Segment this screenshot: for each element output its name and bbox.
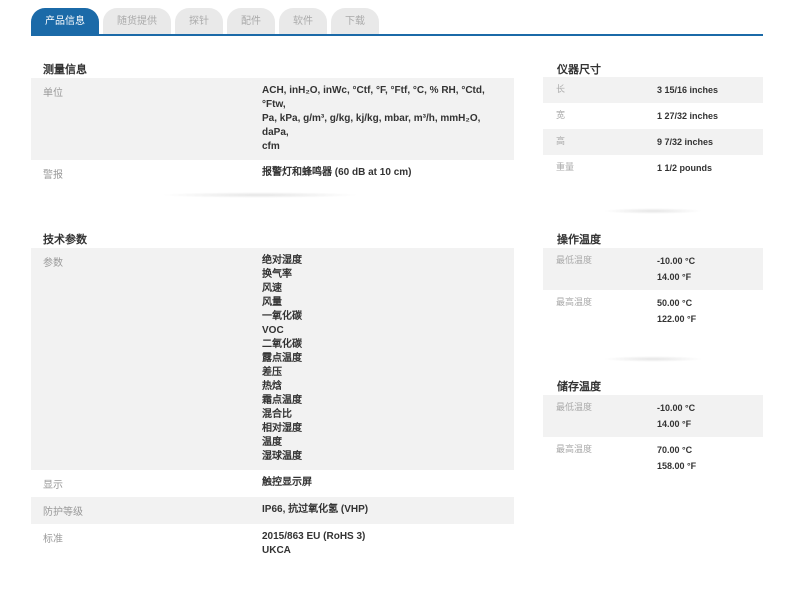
value-line: 霜点温度 xyxy=(262,395,302,406)
value-line: -10.00 °C xyxy=(657,403,696,413)
value-line: 158.00 °F xyxy=(657,461,697,471)
row-label: 长 xyxy=(556,84,566,94)
tab-5[interactable]: 下载 xyxy=(331,8,379,36)
row-label: 最高温度 xyxy=(556,444,593,454)
tab-1[interactable]: 随货提供 xyxy=(103,8,171,36)
row-value: 9 7/32 inches xyxy=(643,129,763,155)
row-label: 高 xyxy=(556,136,566,146)
value-line: 1 27/32 inches xyxy=(657,111,719,121)
operating-temp-section-title: 操作温度 xyxy=(557,234,601,246)
row-value: 50.00 °C 122.00 °F xyxy=(643,290,763,332)
row-value: 2015/863 EU (RoHS 3) UKCA xyxy=(249,524,514,564)
tab-underline xyxy=(31,34,763,36)
row-value: ACH, inH₂O, inWc, °Ctf, °F, °Ftf, °C, % … xyxy=(249,78,514,160)
row-value: 报警灯和蜂鸣器 (60 dB at 10 cm) xyxy=(249,160,514,187)
technical-section-title: 技术参数 xyxy=(43,234,87,246)
value-line: 风速 xyxy=(262,283,282,294)
value-line: 热焓 xyxy=(262,381,282,392)
value-line: 50.00 °C xyxy=(657,298,693,308)
value-line: cfm xyxy=(262,141,280,152)
row-label: 最高温度 xyxy=(556,297,593,307)
value-line: IP66, 抗过氧化氢 (VHP) xyxy=(262,504,369,515)
value-line: UKCA xyxy=(262,545,291,556)
table-row: 标准 2015/863 EU (RoHS 3) UKCA xyxy=(31,524,514,564)
row-label: 最低温度 xyxy=(556,255,593,265)
value-line: Pa, kPa, g/m³, g/kg, kj/kg, mbar, m³/h, … xyxy=(262,113,481,138)
row-label: 宽 xyxy=(556,110,566,120)
value-line: 70.00 °C xyxy=(657,445,693,455)
value-line: 122.00 °F xyxy=(657,314,697,324)
value-line: -10.00 °C xyxy=(657,256,696,266)
row-label: 单位 xyxy=(43,88,63,99)
value-line: 温度 xyxy=(262,437,282,448)
row-label: 标准 xyxy=(43,534,63,545)
value-line: 一氧化碳 xyxy=(262,311,302,322)
value-line: 绝对湿度 xyxy=(262,255,302,266)
table-row: 重量 1 1/2 pounds xyxy=(543,155,763,181)
value-line: 9 7/32 inches xyxy=(657,137,714,147)
technical-table: 参数 绝对湿度换气率风速风量一氧化碳 VOC 二氧化碳露点温度差压热焓霜点温度混合比相… xyxy=(31,248,514,564)
table-row: 长 3 15/16 inches xyxy=(543,77,763,103)
operating-divider-shadow xyxy=(603,356,703,362)
dimensions-section-title: 仪器尺寸 xyxy=(557,64,601,76)
value-line: 1 1/2 pounds xyxy=(657,163,713,173)
section-divider-shadow xyxy=(160,192,360,198)
value-line: 2015/863 EU (RoHS 3) xyxy=(262,531,366,542)
row-value: 绝对湿度换气率风速风量一氧化碳 VOC 二氧化碳露点温度差压热焓霜点温度混合比相对湿… xyxy=(249,248,514,470)
value-line: 14.00 °F xyxy=(657,272,692,282)
row-value: -10.00 °C 14.00 °F xyxy=(643,395,763,437)
value-line: 触控显示屏 xyxy=(262,477,312,488)
table-row: 最高温度 50.00 °C 122.00 °F xyxy=(543,290,763,332)
dimensions-table: 长 3 15/16 inches 宽 1 27/32 inches 高 9 7/32 in… xyxy=(543,77,763,181)
value-line: 湿球温度 xyxy=(262,451,302,462)
value-line: 差压 xyxy=(262,367,282,378)
value-line: 报警灯和蜂鸣器 (60 dB at 10 cm) xyxy=(262,167,412,178)
table-row: 最高温度 70.00 °C 158.00 °F xyxy=(543,437,763,479)
table-row: 显示 触控显示屏 xyxy=(31,470,514,497)
row-value: 70.00 °C 158.00 °F xyxy=(643,437,763,479)
operating-temp-table: 最低温度 -10.00 °C 14.00 °F 最高温度 50.00 °C 122.00 … xyxy=(543,248,763,332)
tab-2[interactable]: 探针 xyxy=(175,8,223,36)
row-value: 1 1/2 pounds xyxy=(643,155,763,181)
measurement-section-title: 测量信息 xyxy=(43,64,87,76)
row-label: 警报 xyxy=(43,170,63,181)
table-row: 警报 报警灯和蜂鸣器 (60 dB at 10 cm) xyxy=(31,160,514,187)
value-line: 混合比 xyxy=(262,409,292,420)
storage-temp-table: 最低温度 -10.00 °C 14.00 °F 最高温度 70.00 °C 158.00 … xyxy=(543,395,763,479)
row-label: 重量 xyxy=(556,162,575,172)
table-row: 宽 1 27/32 inches xyxy=(543,103,763,129)
table-row: 高 9 7/32 inches xyxy=(543,129,763,155)
table-row: 最低温度 -10.00 °C 14.00 °F xyxy=(543,248,763,290)
tab-3[interactable]: 配件 xyxy=(227,8,275,36)
row-label: 参数 xyxy=(43,258,63,269)
measurement-table: 单位 ACH, inH₂O, inWc, °Ctf, °F, °Ftf, °C, … xyxy=(31,78,514,187)
row-label: 显示 xyxy=(43,480,63,491)
value-line: 3 15/16 inches xyxy=(657,85,719,95)
value-line: VOC xyxy=(262,325,284,336)
row-value: -10.00 °C 14.00 °F xyxy=(643,248,763,290)
table-row: 最低温度 -10.00 °C 14.00 °F xyxy=(543,395,763,437)
row-value: 1 27/32 inches xyxy=(643,103,763,129)
table-row: 防护等级 IP66, 抗过氧化氢 (VHP) xyxy=(31,497,514,524)
row-label: 最低温度 xyxy=(556,402,593,412)
value-line: 14.00 °F xyxy=(657,419,692,429)
dimensions-divider-shadow xyxy=(603,208,703,214)
tab-0[interactable]: 产品信息 xyxy=(31,8,99,36)
value-line: 二氧化碳 xyxy=(262,339,302,350)
table-row: 单位 ACH, inH₂O, inWc, °Ctf, °F, °Ftf, °C, … xyxy=(31,78,514,160)
tab-4[interactable]: 软件 xyxy=(279,8,327,36)
value-line: ACH, inH₂O, inWc, °Ctf, °F, °Ftf, °C, % … xyxy=(262,85,485,110)
tab-bar: 产品信息 随货提供 探针 配件 软件 下载 xyxy=(31,8,379,36)
storage-temp-section-title: 储存温度 xyxy=(557,381,601,393)
table-row: 参数 绝对湿度换气率风速风量一氧化碳 VOC 二氧化碳露点温度差压热焓霜点温度混合比相… xyxy=(31,248,514,470)
value-line: 换气率 xyxy=(262,269,292,280)
row-value: 3 15/16 inches xyxy=(643,77,763,103)
row-value: IP66, 抗过氧化氢 (VHP) xyxy=(249,497,514,524)
value-line: 风量 xyxy=(262,297,282,308)
row-value: 触控显示屏 xyxy=(249,470,514,497)
value-line: 露点温度 xyxy=(262,353,302,364)
value-line: 相对湿度 xyxy=(262,423,302,434)
row-label: 防护等级 xyxy=(43,507,83,518)
